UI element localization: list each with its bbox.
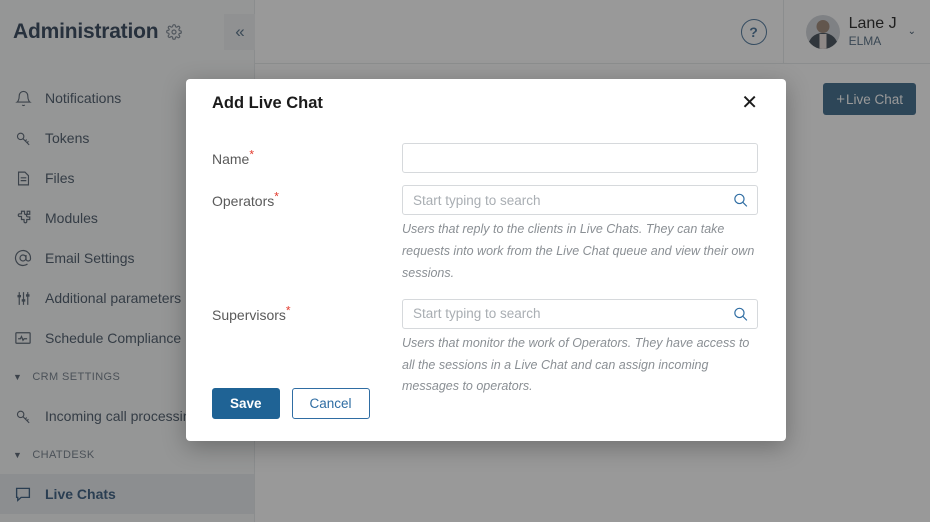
name-input[interactable]: [402, 143, 758, 173]
search-icon[interactable]: [732, 192, 749, 209]
close-icon[interactable]: ✕: [737, 89, 762, 117]
required-marker: *: [274, 189, 279, 204]
app-root: Administration «: [0, 0, 930, 522]
required-marker: *: [249, 147, 255, 162]
search-icon[interactable]: [732, 305, 749, 322]
field-supervisors-control: Users that monitor the work of Operators…: [402, 298, 758, 399]
save-button[interactable]: Save: [212, 388, 280, 419]
supervisors-input[interactable]: [402, 298, 758, 329]
field-supervisors-label-text: Supervisors: [212, 306, 286, 323]
operators-hint: Users that reply to the clients in Live …: [402, 222, 755, 280]
field-operators-label-text: Operators: [212, 193, 275, 209]
modal-footer: Save Cancel: [186, 388, 786, 441]
field-name-control: [402, 143, 758, 173]
field-name: Name*: [212, 143, 758, 173]
field-supervisors: Supervisors* Users that monitor the work…: [212, 298, 758, 399]
operators-input[interactable]: [402, 185, 758, 215]
field-operators-label: Operators*: [212, 185, 402, 209]
field-supervisors-label: Supervisors*: [212, 299, 402, 323]
supervisors-search-wrap: [402, 298, 758, 329]
required-marker: *: [285, 302, 291, 317]
modal-title: Add Live Chat: [212, 93, 323, 112]
field-operators-control: Users that reply to the clients in Live …: [402, 185, 758, 285]
field-name-label: Name*: [212, 143, 402, 167]
modal-header: Add Live Chat ✕: [186, 79, 786, 127]
field-name-label-text: Name: [212, 151, 250, 167]
operators-search-wrap: [402, 185, 758, 215]
field-operators: Operators* Users that reply to the clien…: [212, 185, 758, 285]
add-live-chat-dialog: Add Live Chat ✕ Name* Operators* Start t…: [186, 79, 786, 441]
cancel-button[interactable]: Cancel: [291, 388, 370, 419]
modal-body: Name* Operators* Start typing to search …: [186, 127, 786, 398]
